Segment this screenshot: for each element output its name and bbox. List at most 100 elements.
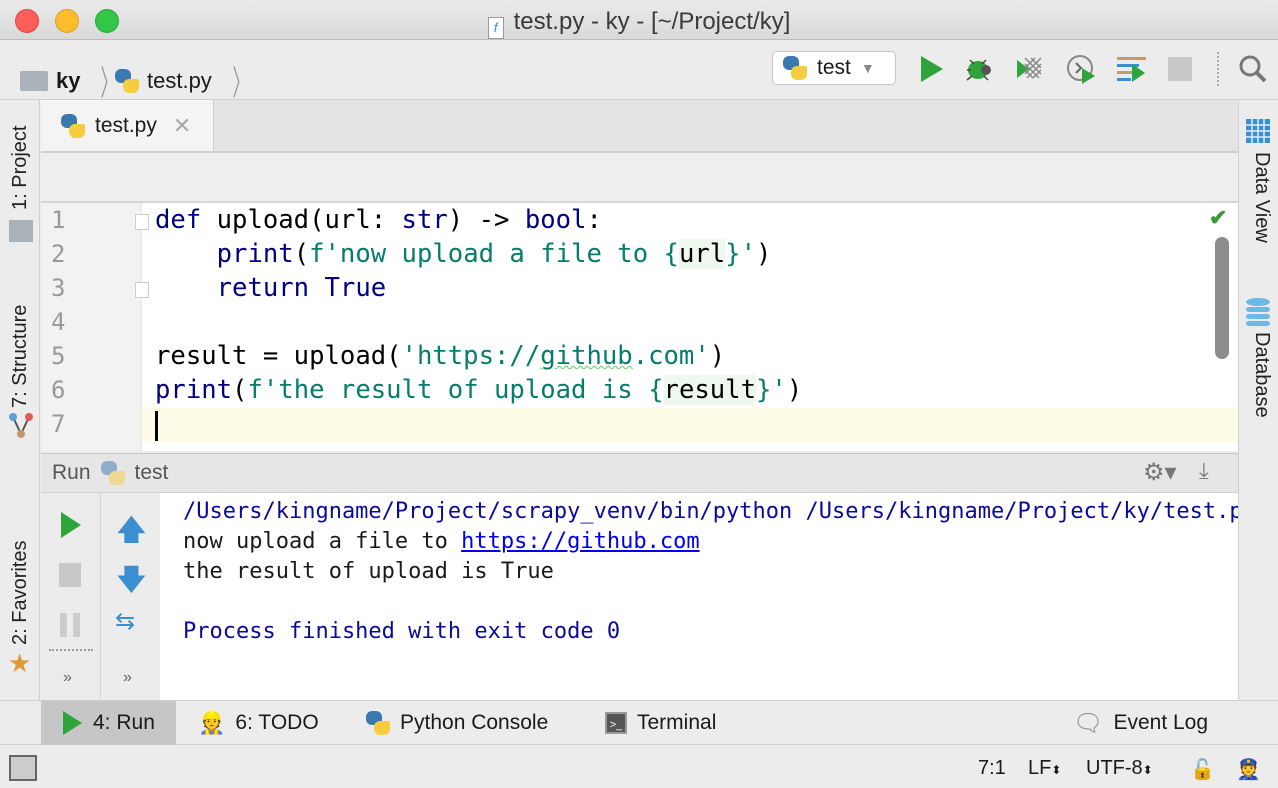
text-cursor (155, 411, 158, 441)
run-concurrency-icon[interactable] (1116, 54, 1146, 84)
lock-icon[interactable]: 🔓 (1190, 757, 1215, 782)
data-view-tool-button[interactable]: Data View (1250, 152, 1273, 243)
status-bar: 7:1 LF⬍ UTF-8⬍ 🔓 👮 (0, 745, 1278, 788)
line-number: 3 (51, 274, 66, 302)
code-line: return True (155, 271, 387, 305)
code-token: ( (232, 375, 248, 405)
left-tool-strip: 1: Project 7: Structure 2: Favorites ★ (0, 100, 40, 700)
database-tool-button[interactable]: Database (1250, 332, 1273, 418)
editor-scrollbar[interactable] (1215, 237, 1229, 359)
tool-window-bar: 4: Run 👷 6: TODO Python Console >_ Termina… (0, 700, 1278, 745)
code-token: f'the result of upload is (247, 375, 649, 405)
code-token: ) (756, 239, 772, 269)
code-token: 'https:// (401, 341, 541, 371)
toggle-tool-windows-icon[interactable] (9, 755, 37, 781)
line-separator-selector[interactable]: LF⬍ (1028, 757, 1061, 780)
toolbar-divider (1217, 52, 1219, 86)
output-link[interactable]: https://github.com (461, 529, 699, 554)
python-file-icon (115, 68, 139, 93)
breadcrumb-test-py[interactable]: test.py 〉 (115, 56, 258, 105)
inspector-icon[interactable]: 👮 (1236, 757, 1261, 782)
title-bar: f test.py - ky - [~/Project/ky] (0, 0, 1278, 40)
code-token: print (155, 375, 233, 405)
python-file-icon: f (487, 17, 504, 39)
soft-wrap-icon[interactable]: ⇆ (115, 607, 135, 636)
code-token: ' (740, 239, 757, 269)
debug-bug-icon[interactable] (964, 54, 994, 84)
code-token: { (648, 375, 664, 405)
run-panel-header: Run test ⚙▾ ⤓ (41, 453, 1238, 493)
search-icon[interactable] (1238, 54, 1268, 84)
folder-icon (20, 70, 48, 91)
stop-button[interactable] (1168, 57, 1192, 81)
tab-event-log[interactable]: 🗨 Event Log (1053, 701, 1228, 745)
caret-position[interactable]: 7:1 (978, 757, 1006, 780)
hide-panel-icon[interactable]: ⤓ (1199, 458, 1209, 484)
stop-button[interactable] (59, 563, 81, 587)
code-token: def (155, 205, 217, 235)
encoding-label: UTF-8 (1086, 757, 1143, 779)
updown-chevron-icon: ⬍ (1142, 763, 1153, 777)
run-configuration-dropdown[interactable]: test ▼ (772, 51, 896, 85)
gear-icon[interactable]: ⚙▾ (1143, 458, 1177, 487)
line-separator-label: LF (1028, 757, 1052, 779)
python-icon (783, 56, 807, 80)
structure-tool-button[interactable]: 7: Structure (9, 305, 32, 408)
run-output-console[interactable]: /Users/kingname/Project/scrapy_venv/bin/… (160, 493, 1238, 700)
todo-person-icon: 👷 (198, 710, 226, 735)
fold-marker-icon[interactable] (135, 214, 149, 230)
window-title: f test.py - ky - [~/Project/ky] (0, 8, 1278, 39)
star-icon: ★ (8, 648, 32, 678)
rerun-button[interactable] (59, 511, 83, 539)
tab-label: 6: TODO (235, 711, 319, 734)
chevron-right-icon: 〉 (232, 65, 250, 103)
code-token: ) (709, 341, 726, 371)
line-number-gutter: 1 2 3 4 5 6 7 (41, 203, 142, 451)
run-button[interactable] (916, 54, 946, 84)
output-line: the result of upload is True (183, 559, 554, 584)
tab-label: test.py (95, 113, 157, 137)
tab-todo[interactable]: 👷 6: TODO (178, 701, 339, 745)
pause-button[interactable] (60, 613, 80, 637)
run-icon (63, 711, 82, 735)
encoding-selector[interactable]: UTF-8⬍ (1086, 757, 1153, 780)
breadcrumb-label: test.py (147, 67, 212, 93)
tab-test-py[interactable]: test.py ✕ (41, 100, 214, 151)
output-line: now upload a file to https://github.com (183, 527, 700, 557)
code-token: : (586, 205, 602, 235)
arrow-up-icon[interactable]: 🡅 (117, 509, 146, 557)
tab-python-console[interactable]: Python Console (346, 701, 568, 745)
code-token: ) (786, 375, 803, 405)
close-tab-icon[interactable]: ✕ (173, 113, 191, 139)
favorites-tool-button[interactable]: 2: Favorites (9, 541, 32, 645)
line-number: 6 (51, 376, 66, 404)
code-token: url (678, 239, 726, 269)
run-toolbar-secondary: 🡅 🡇 ⇆ » (101, 493, 160, 700)
code-editor[interactable]: 1 2 3 4 5 6 7 def upload(url: str) -> bool: pr… (41, 203, 1238, 451)
tab-terminal[interactable]: >_ Terminal (585, 701, 736, 745)
code-token: return True (216, 273, 387, 303)
code-token: { (663, 239, 679, 269)
code-token: str (401, 205, 448, 235)
profile-icon[interactable] (1066, 54, 1096, 84)
more-actions-icon[interactable]: » (63, 669, 72, 687)
fold-marker-icon[interactable] (135, 282, 149, 298)
chevron-down-icon: ▼ (860, 60, 875, 76)
code-token: } (725, 239, 741, 269)
arrow-down-icon[interactable]: 🡇 (117, 559, 146, 607)
line-number: 5 (51, 342, 66, 370)
breadcrumb-ky[interactable]: ky 〉 (20, 56, 126, 105)
tab-run[interactable]: 4: Run (41, 701, 176, 745)
python-console-icon (366, 711, 390, 735)
updown-chevron-icon: ⬍ (1051, 763, 1062, 777)
code-token: result (663, 375, 756, 405)
tab-label: Python Console (400, 711, 549, 734)
editor-breadcrumb-bar (41, 153, 1238, 203)
output-text: now upload a file to (183, 529, 462, 554)
project-tool-button[interactable]: 1: Project (9, 126, 32, 210)
more-actions-icon[interactable]: » (123, 669, 132, 687)
run-with-coverage-icon[interactable] (1015, 54, 1045, 84)
code-token: github (540, 341, 633, 371)
window-title-text: test.py - ky - [~/Project/ky] (513, 8, 791, 35)
